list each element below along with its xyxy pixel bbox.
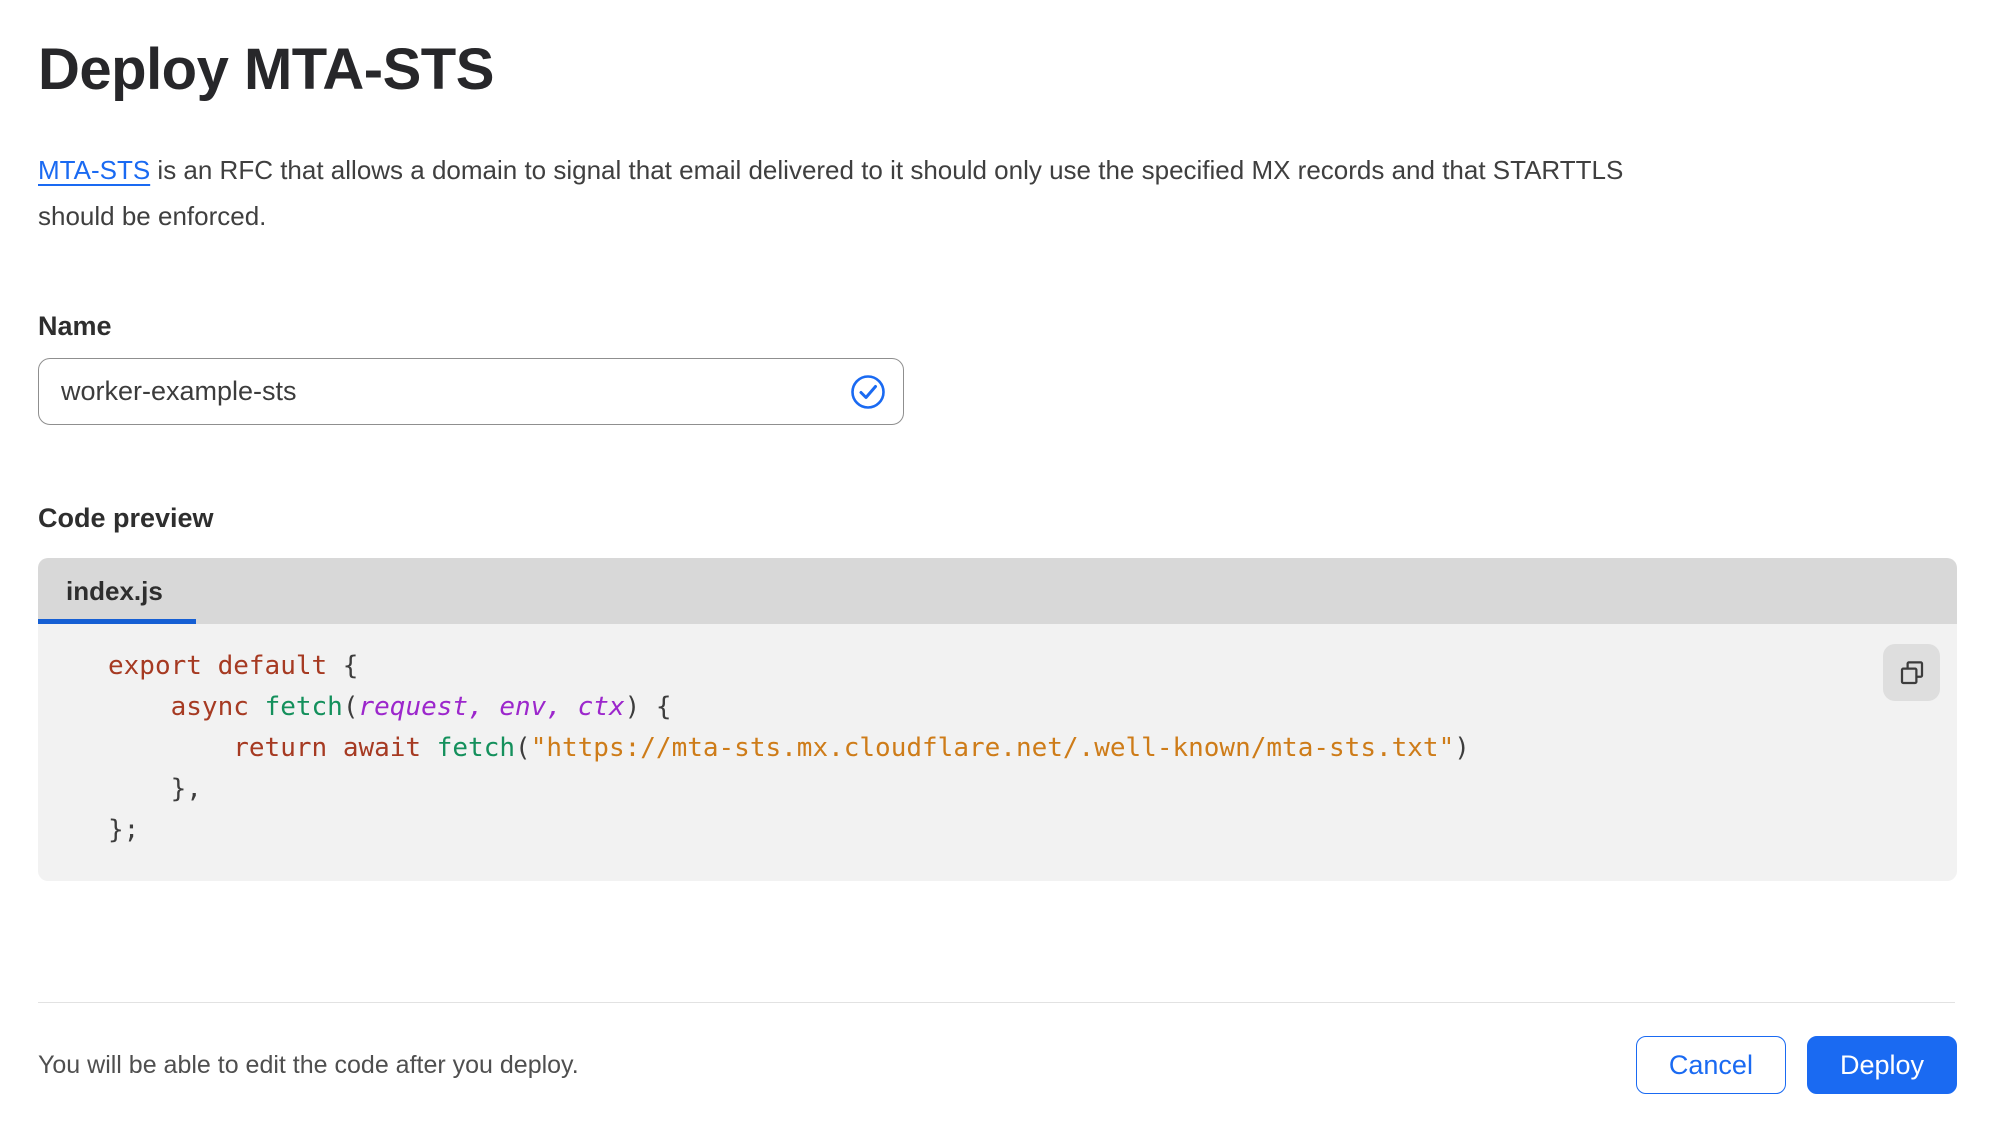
tab-index-js[interactable]: index.js bbox=[38, 558, 196, 624]
copy-icon bbox=[1900, 660, 1923, 684]
tab-label: index.js bbox=[66, 575, 163, 606]
footer-actions: Cancel Deploy bbox=[1635, 1036, 1957, 1094]
name-input-wrap bbox=[38, 358, 904, 425]
code-tab-bar: index.js bbox=[38, 558, 1957, 624]
footer: You will be able to edit the code after … bbox=[38, 1036, 1957, 1094]
check-circle-icon bbox=[851, 374, 885, 409]
page-title: Deploy MTA-STS bbox=[38, 37, 494, 102]
description: MTA-STS is an RFC that allows a domain t… bbox=[38, 147, 1957, 239]
code-preview-card: index.js export default { async fetch(re… bbox=[38, 558, 1957, 881]
name-input[interactable] bbox=[38, 358, 904, 425]
footer-note: You will be able to edit the code after … bbox=[38, 1050, 579, 1079]
code-preview-label: Code preview bbox=[38, 503, 214, 533]
deploy-mta-sts-page: Deploy MTA-STS MTA-STS is an RFC that al… bbox=[0, 0, 1999, 1094]
copy-button[interactable] bbox=[1883, 644, 1940, 701]
code-content: export default { async fetch(request, en… bbox=[108, 651, 1470, 845]
description-line2: should be enforced. bbox=[38, 201, 267, 231]
code-editor: export default { async fetch(request, en… bbox=[38, 624, 1957, 881]
footer-divider bbox=[38, 1002, 1955, 1003]
name-label: Name bbox=[38, 311, 112, 341]
cancel-button[interactable]: Cancel bbox=[1635, 1036, 1786, 1094]
mta-sts-link[interactable]: MTA-STS bbox=[38, 155, 150, 185]
deploy-button[interactable]: Deploy bbox=[1806, 1036, 1957, 1094]
description-line1: is an RFC that allows a domain to signal… bbox=[150, 155, 1624, 185]
